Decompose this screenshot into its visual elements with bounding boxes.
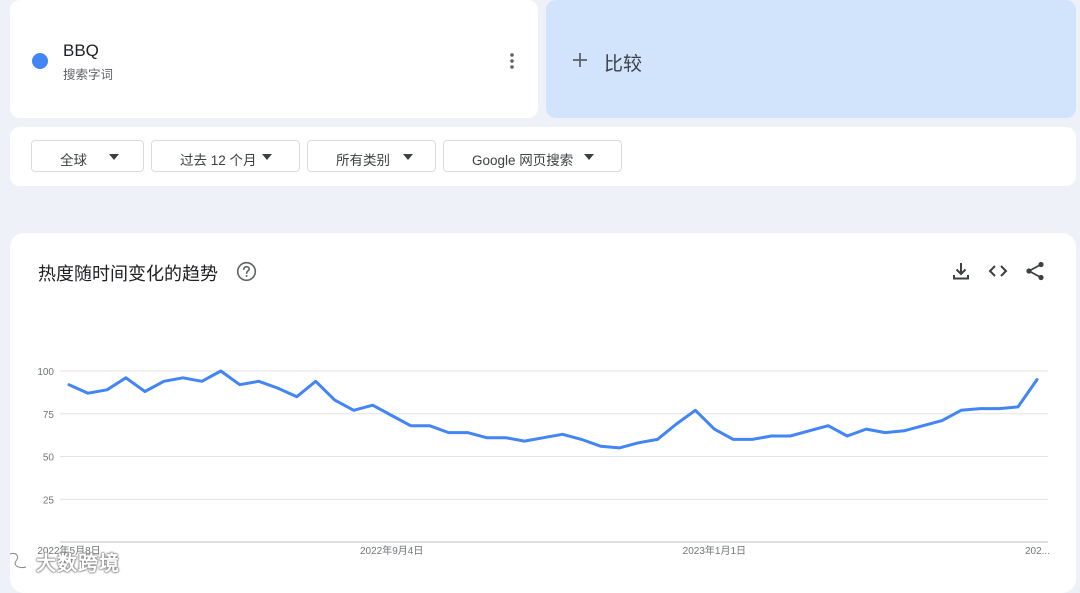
data-point[interactable]: [389, 412, 395, 418]
data-point[interactable]: [408, 423, 414, 429]
download-icon[interactable]: [949, 259, 973, 283]
search-type-filter[interactable]: Google 网页搜索: [443, 140, 622, 172]
data-point[interactable]: [844, 433, 850, 439]
data-point[interactable]: [1034, 377, 1040, 383]
data-point[interactable]: [939, 418, 945, 424]
data-point[interactable]: [806, 428, 812, 434]
data-point[interactable]: [180, 375, 186, 381]
y-tick-label: 100: [37, 367, 54, 378]
data-point[interactable]: [711, 426, 717, 432]
watermark-logo: 大数跨境: [6, 548, 120, 575]
data-point[interactable]: [730, 436, 736, 442]
data-point[interactable]: [370, 402, 376, 408]
data-point[interactable]: [218, 368, 224, 374]
chevron-down-icon: [109, 154, 119, 160]
data-point[interactable]: [1015, 404, 1021, 410]
filter-bar: 全球 过去 12 个月 所有类别 Google 网页搜索: [10, 127, 1076, 186]
data-point[interactable]: [787, 433, 793, 439]
time-range-filter[interactable]: 过去 12 个月: [151, 140, 300, 172]
data-point[interactable]: [958, 407, 964, 413]
data-point[interactable]: [446, 430, 452, 436]
region-filter[interactable]: 全球: [31, 140, 144, 172]
data-point[interactable]: [313, 378, 319, 384]
time-range-filter-label: 过去 12 个月: [180, 153, 257, 168]
data-point[interactable]: [559, 431, 565, 437]
data-point[interactable]: [541, 435, 547, 441]
share-icon[interactable]: [1023, 259, 1047, 283]
data-point[interactable]: [768, 433, 774, 439]
data-point[interactable]: [161, 378, 167, 384]
data-point[interactable]: [503, 435, 509, 441]
data-point[interactable]: [256, 378, 262, 384]
data-point[interactable]: [522, 438, 528, 444]
data-point[interactable]: [199, 378, 205, 384]
chart-title: 热度随时间变化的趋势: [38, 264, 218, 284]
region-filter-label: 全球: [60, 153, 87, 168]
x-tick-label: 2022年9月4日: [360, 544, 423, 557]
y-tick-label: 75: [43, 410, 55, 421]
data-point[interactable]: [863, 426, 869, 432]
data-point[interactable]: [123, 375, 129, 381]
data-point[interactable]: [484, 435, 490, 441]
category-filter-label: 所有类别: [336, 153, 390, 168]
data-point[interactable]: [294, 394, 300, 400]
data-point[interactable]: [597, 443, 603, 449]
data-point[interactable]: [616, 445, 622, 451]
data-point[interactable]: [85, 390, 91, 396]
chevron-down-icon: [403, 154, 413, 160]
data-point[interactable]: [673, 421, 679, 427]
data-point[interactable]: [66, 382, 72, 388]
data-point[interactable]: [635, 440, 641, 446]
y-tick-label: 25: [43, 495, 55, 506]
data-point[interactable]: [142, 389, 148, 395]
series-line: [67, 369, 1039, 450]
data-point[interactable]: [882, 430, 888, 436]
search-term-name[interactable]: BBQ: [63, 41, 99, 61]
data-point[interactable]: [920, 423, 926, 429]
data-point[interactable]: [749, 436, 755, 442]
chevron-down-icon: [584, 154, 594, 160]
y-tick-label: 50: [43, 453, 55, 464]
chevron-down-icon: [262, 154, 272, 160]
data-point[interactable]: [901, 428, 907, 434]
data-point[interactable]: [237, 382, 243, 388]
data-point[interactable]: [654, 436, 660, 442]
search-term-card: BBQ 搜索字词: [10, 0, 538, 118]
data-point[interactable]: [825, 423, 831, 429]
data-point[interactable]: [275, 385, 281, 391]
data-point[interactable]: [977, 406, 983, 412]
data-point[interactable]: [996, 406, 1002, 412]
data-point[interactable]: [351, 407, 357, 413]
compare-label: 比较: [604, 54, 643, 75]
data-point[interactable]: [692, 407, 698, 413]
data-point[interactable]: [332, 397, 338, 403]
watermark-icon: [9, 552, 27, 569]
plus-icon: [573, 53, 587, 67]
compare-button[interactable]: 比较: [546, 0, 1076, 118]
trend-line-chart: 1007550252022年5月8日 2022年9月4日 2023年1月1日 202.…: [37, 367, 1050, 557]
search-term-type: 搜索字词: [63, 68, 114, 82]
x-tick-label: 202...: [1025, 546, 1050, 557]
x-tick-label: 2023年1月1日: [683, 544, 746, 557]
data-point[interactable]: [427, 423, 433, 429]
help-circle-icon[interactable]: [236, 261, 257, 282]
search-type-filter-label: Google 网页搜索: [472, 153, 574, 168]
data-point[interactable]: [578, 436, 584, 442]
watermark-text: 大数跨境: [36, 552, 120, 575]
more-vert-icon[interactable]: [502, 48, 522, 74]
category-filter[interactable]: 所有类别: [307, 140, 436, 172]
data-point[interactable]: [465, 430, 471, 436]
embed-code-icon[interactable]: [986, 259, 1010, 283]
series-color-dot: [32, 53, 48, 69]
interest-over-time-card: 100 75 50 25 2022年5月8日 2022年9月4日 2023年1月1日 202.…: [10, 233, 1076, 593]
data-point[interactable]: [104, 387, 110, 393]
